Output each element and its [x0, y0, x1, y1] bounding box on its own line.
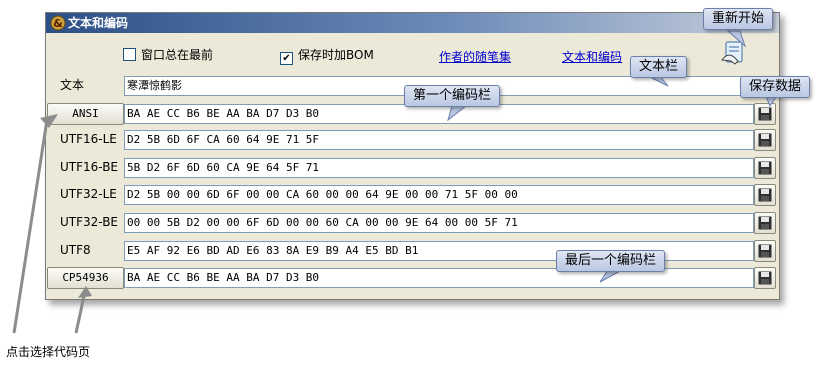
text-encoding-link[interactable]: 文本和编码: [562, 48, 622, 65]
restart-hand-icon: [721, 41, 743, 65]
save-cp54936-button[interactable]: [754, 267, 776, 289]
utf32le-label: UTF32-LE: [60, 187, 117, 201]
save-utf8-button[interactable]: [754, 240, 776, 262]
floppy-disk-icon: [758, 244, 772, 258]
window-title: 文本和编码: [68, 16, 129, 30]
utf32be-label: UTF32-BE: [60, 215, 119, 229]
bom-checkbox-label: 保存时加BOM: [298, 48, 374, 62]
choose-codepage-note: 点击选择代码页: [6, 345, 91, 359]
topmost-checkbox-label: 窗口总在最前: [141, 48, 214, 62]
svg-text:&: &: [53, 17, 63, 30]
save-utf32le-button[interactable]: [754, 184, 776, 206]
save-data-callout: 保存数据: [740, 76, 811, 98]
bom-checkbox[interactable]: ✔ 保存时加BOM: [280, 47, 374, 65]
floppy-disk-icon: [758, 161, 772, 175]
floppy-disk-icon: [758, 216, 772, 230]
utf16le-encoding-field[interactable]: D2 5B 6D 6F CA 60 64 9E 71 5F: [124, 130, 754, 150]
save-ansi-button[interactable]: [754, 103, 776, 125]
ansi-encoding-field[interactable]: BA AE CC B6 BE AA BA D7 D3 B0: [124, 104, 754, 124]
utf16le-label: UTF16-LE: [60, 132, 117, 146]
text-bar-callout: 文本栏: [630, 56, 688, 78]
floppy-disk-icon: [758, 133, 772, 147]
utf16be-encoding-field[interactable]: 5B D2 6F 6D 60 CA 9E 64 5F 71: [124, 158, 754, 178]
essays-link[interactable]: 作者的随笔集: [439, 48, 511, 65]
utf8-label: UTF8: [60, 243, 91, 257]
text-label: 文本: [60, 78, 85, 92]
restart-callout: 重新开始: [703, 8, 774, 30]
restart-button[interactable]: [720, 38, 750, 66]
save-utf16be-button[interactable]: [754, 157, 776, 179]
floppy-disk-icon: [758, 188, 772, 202]
bom-checkbox-box[interactable]: ✔: [280, 52, 293, 65]
app-logo-icon: &: [50, 15, 66, 31]
utf32le-encoding-field[interactable]: D2 5B 00 00 6D 6F 00 00 CA 60 00 00 64 9…: [124, 185, 754, 205]
topmost-checkbox-box[interactable]: [123, 48, 136, 61]
topmost-checkbox[interactable]: 窗口总在最前: [123, 47, 213, 63]
floppy-disk-icon: [758, 271, 772, 285]
save-utf32be-button[interactable]: [754, 212, 776, 234]
ansi-codepage-button[interactable]: ANSI: [47, 103, 124, 125]
first-encoding-bar-callout: 第一个编码栏: [404, 85, 501, 107]
floppy-disk-icon: [758, 107, 772, 121]
last-encoding-bar-callout: 最后一个编码栏: [556, 250, 666, 272]
utf32be-encoding-field[interactable]: 00 00 5B D2 00 00 6F 6D 00 00 60 CA 00 0…: [124, 213, 754, 233]
utf16be-label: UTF16-BE: [60, 160, 119, 174]
save-utf16le-button[interactable]: [754, 129, 776, 151]
cp54936-codepage-button[interactable]: CP54936: [47, 267, 124, 289]
title-bar: & 文本和编码: [46, 13, 779, 33]
